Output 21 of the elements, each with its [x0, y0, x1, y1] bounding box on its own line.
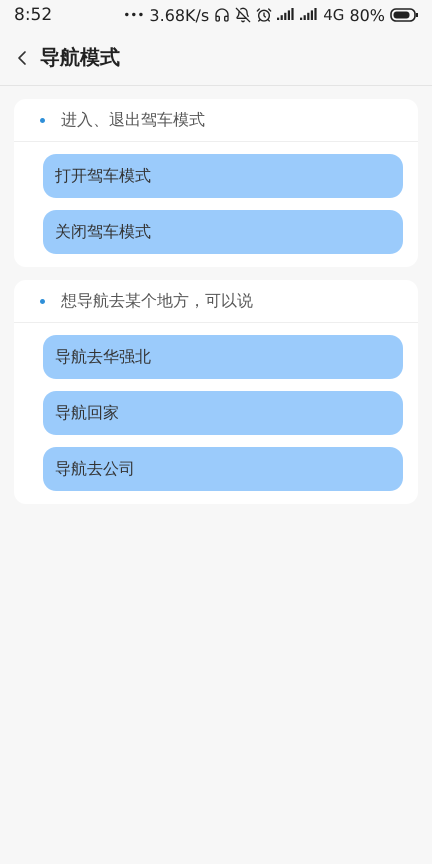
alarm-icon [256, 7, 272, 23]
battery-icon [390, 8, 418, 22]
command-button[interactable]: 导航去公司 [43, 447, 403, 491]
battery-percent: 80% [349, 6, 385, 24]
command-button[interactable]: 导航回家 [43, 391, 403, 435]
bullet-icon [40, 298, 45, 304]
network-speed: 3.68K/s [149, 6, 210, 24]
signal-icon [300, 8, 318, 22]
bullet-icon [40, 118, 45, 122]
headphones-icon [214, 7, 230, 23]
status-time: 8:52 [14, 5, 52, 25]
section-heading: 进入、退出驾车模式 [61, 110, 205, 130]
command-button[interactable]: 打开驾车模式 [43, 154, 403, 198]
page-title: 导航模式 [40, 44, 120, 71]
command-button[interactable]: 关闭驾车模式 [43, 210, 403, 254]
section-heading: 想导航去某个地方，可以说 [61, 290, 253, 312]
bell-off-icon [235, 7, 252, 23]
command-button[interactable]: 导航去华强北 [43, 335, 403, 379]
more-dots: ••• [123, 8, 144, 22]
network-type: 4G [323, 6, 344, 24]
signal-icon [277, 8, 296, 22]
